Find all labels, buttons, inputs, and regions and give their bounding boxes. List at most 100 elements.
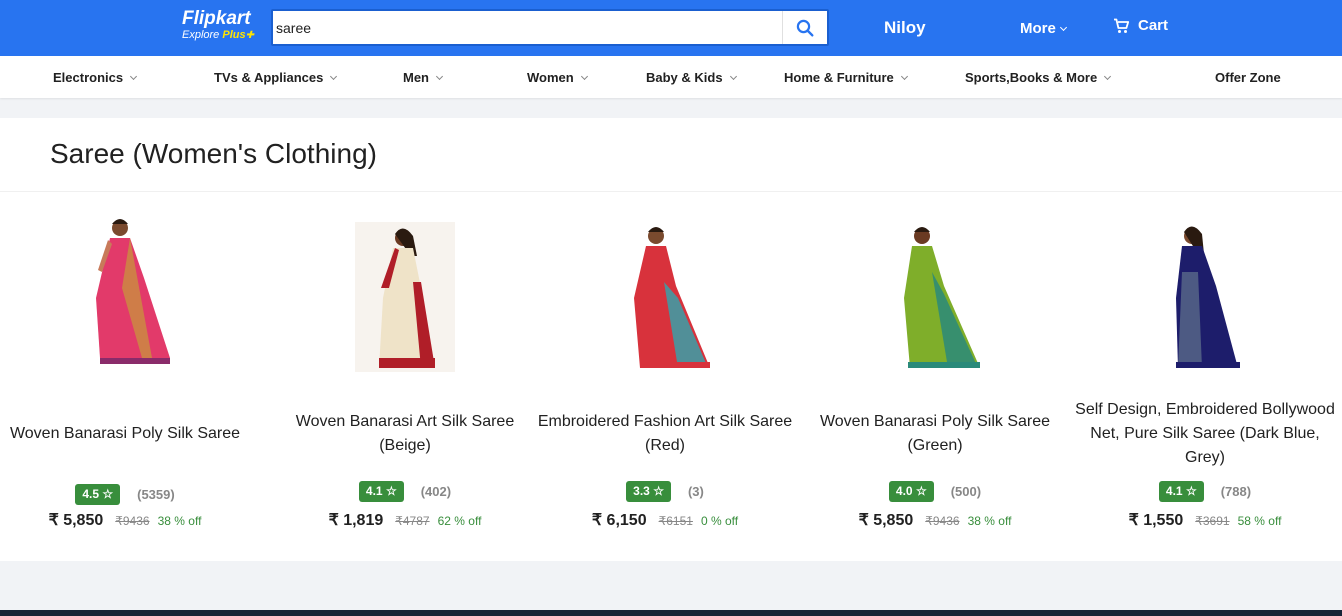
product-section: Saree (Women's Clothing) Woven Banarasi …: [0, 118, 1342, 561]
product-card[interactable]: Self Design, Embroidered Bollywood Net, …: [1070, 202, 1340, 542]
footer-strip: [0, 610, 1342, 616]
plus-star-icon: ✚: [245, 30, 254, 41]
rating-row: 4.5 ☆ (5359): [0, 484, 260, 505]
saree-model-image: [1176, 226, 1240, 368]
category-label: TVs & Appliances: [214, 70, 324, 85]
discount: 38 % off: [967, 514, 1012, 528]
product-card[interactable]: Woven Banarasi Poly Silk Saree 4.5 ☆ (53…: [0, 202, 260, 542]
rating-value: 3.3: [633, 484, 650, 498]
discount: 62 % off: [437, 514, 482, 528]
chevron-down-icon: [130, 72, 138, 81]
category-offer-zone[interactable]: Offer Zone: [1215, 70, 1281, 85]
category-men[interactable]: Men: [403, 70, 444, 85]
product-name[interactable]: Self Design, Embroidered Bollywood Net, …: [1070, 398, 1340, 470]
product-card[interactable]: Woven Banarasi Art Silk Saree (Beige) 4.…: [270, 202, 540, 542]
chevron-down-icon: [1059, 23, 1067, 32]
product-image[interactable]: [880, 222, 990, 382]
original-price: ₹9436: [115, 514, 150, 528]
price-row: ₹ 5,850 ₹9436 38 % off: [800, 510, 1070, 530]
product-image[interactable]: [610, 222, 720, 382]
discount: 38 % off: [157, 514, 202, 528]
product-name[interactable]: Woven Banarasi Poly Silk Saree: [0, 422, 260, 446]
original-price: ₹9436: [925, 514, 960, 528]
product-image[interactable]: [70, 210, 180, 370]
category-label: Men: [403, 70, 429, 85]
search-button[interactable]: [782, 11, 827, 44]
product-name[interactable]: Woven Banarasi Art Silk Saree (Beige): [270, 410, 540, 458]
chevron-down-icon: [729, 72, 737, 81]
price-row: ₹ 1,819 ₹4787 62 % off: [270, 510, 540, 530]
cart-icon: [1114, 18, 1130, 33]
rating-row: 4.1 ☆ (788): [1070, 481, 1340, 502]
rating-badge: 4.1 ☆: [358, 481, 404, 502]
more-label: More: [1020, 20, 1056, 37]
chevron-down-icon: [435, 72, 444, 81]
price-row: ₹ 1,550 ₹3691 58 % off: [1070, 510, 1340, 530]
product-image[interactable]: [355, 222, 455, 372]
logo-explore: Explore: [182, 29, 220, 41]
price: ₹ 1,819: [328, 512, 384, 529]
star-icon: ☆: [653, 484, 664, 498]
search-input[interactable]: [276, 15, 781, 41]
category-label: Offer Zone: [1215, 70, 1281, 85]
category-home-furniture[interactable]: Home & Furniture: [784, 70, 908, 85]
user-account-link[interactable]: Niloy: [884, 18, 926, 38]
category-baby-kids[interactable]: Baby & Kids: [646, 70, 737, 85]
rating-badge: 4.1 ☆: [1158, 481, 1204, 502]
rating-badge: 4.0 ☆: [888, 481, 934, 502]
flipkart-logo[interactable]: Flipkart Explore Plus✚: [182, 9, 254, 42]
product-card[interactable]: Woven Banarasi Poly Silk Saree (Green) 4…: [800, 202, 1070, 542]
chevron-down-icon: [330, 72, 338, 81]
saree-model-image: [379, 228, 435, 368]
category-sports-books[interactable]: Sports,Books & More: [965, 70, 1112, 85]
product-card[interactable]: Embroidered Fashion Art Silk Saree (Red)…: [530, 202, 800, 542]
rating-badge: 4.5 ☆: [75, 484, 121, 505]
rating-value: 4.0: [895, 484, 913, 498]
star-icon: ☆: [1185, 484, 1197, 498]
review-count: (500): [950, 484, 982, 499]
price: ₹ 5,850: [48, 512, 104, 529]
review-count: (402): [420, 484, 452, 499]
chevron-down-icon: [1104, 72, 1112, 81]
cart-link[interactable]: Cart: [1113, 17, 1168, 34]
discount: 0 % off: [700, 514, 739, 528]
logo-plus: Plus: [222, 29, 246, 41]
star-icon: ☆: [915, 484, 927, 498]
section-divider: [0, 191, 1342, 192]
logo-text: Flipkart: [182, 8, 251, 29]
product-image[interactable]: [1150, 222, 1260, 382]
discount: 58 % off: [1237, 514, 1282, 528]
original-price: ₹3691: [1195, 514, 1230, 528]
rating-value: 4.1: [365, 484, 383, 498]
product-name[interactable]: Embroidered Fashion Art Silk Saree (Red): [530, 410, 800, 458]
rating-row: 3.3 ☆ (3): [530, 481, 800, 502]
rating-row: 4.0 ☆ (500): [800, 481, 1070, 502]
rating-badge: 3.3 ☆: [626, 481, 671, 502]
original-price: ₹4787: [395, 514, 430, 528]
product-name[interactable]: Woven Banarasi Poly Silk Saree (Green): [800, 410, 1070, 458]
category-electronics[interactable]: Electronics: [53, 70, 138, 85]
category-women[interactable]: Women: [527, 70, 588, 85]
category-label: Baby & Kids: [646, 70, 723, 85]
review-count: (788): [1220, 484, 1252, 499]
section-title: Saree (Women's Clothing): [50, 138, 377, 169]
review-count: (5359): [137, 487, 175, 502]
search-icon: [796, 19, 814, 36]
category-label: Sports,Books & More: [965, 70, 1098, 85]
top-header: Flipkart Explore Plus✚ Niloy More Cart: [0, 0, 1342, 56]
original-price: ₹6151: [658, 514, 693, 528]
category-nav: Electronics TVs & Appliances Men Women B…: [0, 56, 1342, 98]
price: ₹ 6,150: [591, 512, 647, 529]
price: ₹ 1,550: [1128, 512, 1184, 529]
star-icon: ☆: [102, 487, 114, 501]
chevron-down-icon: [580, 72, 588, 81]
category-label: Women: [527, 70, 574, 85]
search-bar: [271, 9, 829, 46]
review-count: (3): [687, 484, 704, 499]
price-row: ₹ 5,850 ₹9436 38 % off: [0, 510, 260, 530]
more-menu[interactable]: More: [1020, 20, 1067, 37]
category-label: Home & Furniture: [784, 70, 894, 85]
category-tvs-appliances[interactable]: TVs & Appliances: [214, 70, 338, 85]
saree-model-image: [96, 219, 170, 364]
rating-row: 4.1 ☆ (402): [270, 481, 540, 502]
